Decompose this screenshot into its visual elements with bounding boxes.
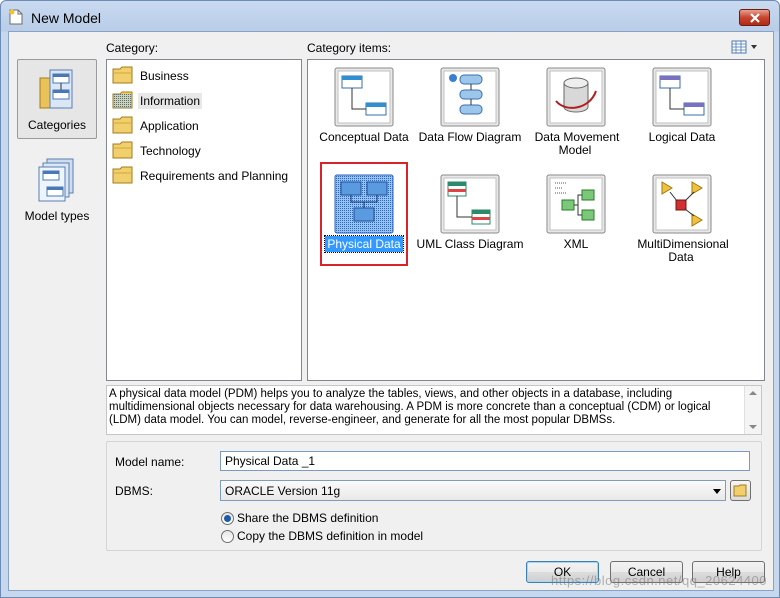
item-label: Logical Data [648, 130, 716, 144]
tab-model-types[interactable]: Model types [17, 153, 97, 233]
item-label: MultiDimensional Data [637, 237, 729, 264]
new-document-icon [9, 9, 23, 25]
dbms-select-value: ORACLE Version 11g [225, 484, 341, 498]
dbms-select[interactable]: ORACLE Version 11g [220, 480, 726, 501]
description-box[interactable]: A physical data model (PDM) helps you to… [106, 385, 762, 435]
category-item-label: Information [138, 93, 203, 109]
item-label: XML [563, 237, 589, 251]
category-label: Category: [106, 41, 159, 55]
item-label: Physical Data [324, 235, 404, 253]
xml-icon [546, 174, 606, 234]
description-text: A physical data model (PDM) helps you to… [109, 388, 711, 426]
data-movement-model-icon [546, 67, 606, 127]
item-logical-data[interactable]: Logical Data [626, 67, 738, 167]
item-data-flow-diagram[interactable]: Data Flow Diagram [414, 67, 526, 167]
folder-icon [112, 141, 133, 159]
categories-icon [39, 69, 73, 109]
folder-selected-icon [112, 91, 133, 109]
close-icon [750, 13, 760, 23]
category-items-pane[interactable]: Conceptual Data Data Flow Diagram Data M… [307, 59, 765, 381]
scroll-up-icon [749, 391, 757, 395]
tab-categories-label: Categories [27, 118, 87, 132]
category-list[interactable]: Business Information Application Technol… [106, 59, 302, 381]
tab-categories[interactable]: Categories [17, 59, 97, 139]
logical-data-icon [652, 67, 712, 127]
uml-class-diagram-icon [440, 174, 500, 234]
folder-icon [112, 166, 133, 184]
category-items-label: Category items: [307, 41, 392, 55]
item-physical-data[interactable]: Physical Data [308, 174, 420, 274]
open-folder-icon [733, 484, 747, 497]
title-bar[interactable]: New Model [1, 1, 779, 31]
share-dbms-radio[interactable] [221, 512, 234, 525]
window-title: New Model [31, 10, 102, 26]
view-mode-button[interactable] [731, 39, 761, 55]
dialog-body: Categories Model types Category: Categor… [8, 31, 774, 591]
conceptual-data-icon [334, 67, 394, 127]
model-name-input[interactable] [220, 451, 750, 471]
model-name-label: Model name: [115, 455, 185, 469]
item-data-movement-model[interactable]: Data Movement Model [520, 67, 632, 167]
new-model-dialog: New Model Categories Model types Categor… [0, 0, 780, 598]
list-view-icon [731, 40, 757, 54]
description-scrollbar[interactable] [744, 386, 761, 434]
item-label: Data Flow Diagram [418, 130, 522, 144]
physical-data-icon [334, 174, 394, 234]
item-multidimensional-data[interactable]: MultiDimensional Data [626, 174, 738, 274]
category-item-label: Business [140, 69, 189, 83]
item-xml[interactable]: XML [520, 174, 632, 274]
folder-icon [112, 66, 133, 84]
multidimensional-data-icon [652, 174, 712, 234]
watermark-text: https://blog.csdn.net/qq_20624400 [551, 573, 767, 588]
item-label: UML Class Diagram [416, 237, 524, 251]
dbms-label: DBMS: [115, 484, 154, 498]
category-item-label: Requirements and Planning [140, 169, 289, 183]
category-item-label: Application [140, 119, 199, 133]
copy-dbms-radio[interactable] [221, 530, 234, 543]
share-dbms-label[interactable]: Share the DBMS definition [237, 511, 378, 525]
close-button[interactable] [739, 9, 770, 26]
item-label: Conceptual Data [319, 130, 409, 144]
data-flow-diagram-icon [440, 67, 500, 127]
item-conceptual-data[interactable]: Conceptual Data [308, 67, 420, 167]
copy-dbms-label[interactable]: Copy the DBMS definition in model [237, 529, 423, 543]
folder-icon [112, 116, 133, 134]
item-uml-class-diagram[interactable]: UML Class Diagram [414, 174, 526, 274]
model-settings-group: Model name: DBMS: ORACLE Version 11g Sha… [106, 441, 762, 551]
item-label: Data Movement Model [534, 130, 620, 157]
chevron-down-icon [713, 489, 721, 494]
model-types-icon [38, 158, 74, 202]
category-item-label: Technology [140, 144, 201, 158]
scroll-down-icon [749, 425, 757, 429]
browse-dbms-button[interactable] [730, 480, 751, 501]
tab-model-types-label: Model types [24, 209, 90, 223]
